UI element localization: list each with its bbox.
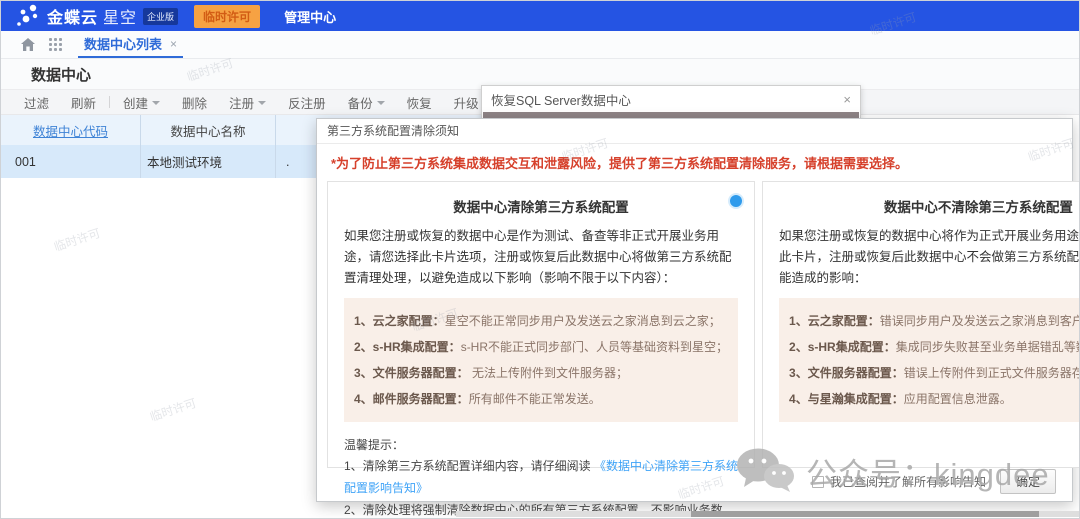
- brand-name: 金蝶云: [47, 4, 98, 28]
- dropdown-caret-icon: [152, 101, 160, 105]
- third-party-config-modal: 第三方系统配置清除须知 *为了防止第三方系统集成数据交互和泄露风险，提供了第三方…: [316, 118, 1073, 502]
- modal-warning-text: *为了防止第三方系统集成数据交互和泄露风险，提供了第三方系统配置清除服务，请根据…: [331, 153, 1058, 172]
- horizontal-scrollbar-track[interactable]: [456, 511, 1080, 517]
- tips-section: 温馨提示： 1、清除第三方系统配置详细内容，请仔细阅读 《数据中心清除第三方系统…: [344, 435, 738, 519]
- option-cards: 数据中心清除第三方系统配置 如果您注册或恢复的数据中心是作为测试、备查等非正式开…: [317, 181, 1072, 468]
- home-icon[interactable]: [21, 38, 35, 51]
- modal-title: 第三方系统配置清除须知: [317, 119, 1072, 144]
- tip-item: 1、清除第三方系统配置详细内容，请仔细阅读 《数据中心清除第三方系统配置影响告知…: [344, 455, 738, 499]
- restore-dialog-titlebar: 恢复SQL Server数据中心 ×: [482, 86, 860, 112]
- card-description: 如果您注册或恢复的数据中心将作为正式开展业务用途，请您点击选择此卡片，注册或恢复…: [779, 226, 1080, 289]
- column-header-code[interactable]: 数据中心代码: [1, 115, 141, 145]
- card-clear-config[interactable]: 数据中心清除第三方系统配置 如果您注册或恢复的数据中心是作为测试、备查等非正式开…: [327, 181, 755, 468]
- toolbar-create[interactable]: 创建: [112, 93, 171, 112]
- impact-item: 4、邮件服务器配置：所有邮件不能正常发送。: [354, 386, 728, 412]
- tab-data-center-list[interactable]: 数据中心列表 ×: [78, 31, 183, 58]
- card-title: 数据中心不清除第三方系统配置: [779, 196, 1080, 216]
- impact-item: 3、文件服务器配置： 无法上传附件到文件服务器；: [354, 360, 728, 386]
- brand-product: 星空: [103, 4, 137, 28]
- impact-item: 3、文件服务器配置：错误上传附件到正式文件服务器存储；: [789, 360, 1080, 386]
- card-description: 如果您注册或恢复的数据中心是作为测试、备查等非正式开展业务用途，请您选择此卡片选…: [344, 226, 738, 289]
- card-keep-config[interactable]: 数据中心不清除第三方系统配置 如果您注册或恢复的数据中心将作为正式开展业务用途，…: [762, 181, 1080, 468]
- license-badge[interactable]: 临时许可: [194, 5, 260, 28]
- impact-item: 2、s-HR集成配置：集成同步失败甚至业务单据错乱等数据问题；: [789, 334, 1080, 360]
- close-icon[interactable]: ×: [843, 92, 851, 107]
- toolbar-restore[interactable]: 恢复: [396, 93, 443, 112]
- impact-list: 1、云之家配置：星空不能正常同步用户及发送云之家消息到云之家； 2、s-HR集成…: [344, 298, 738, 422]
- confirm-button[interactable]: 确定: [1000, 469, 1056, 494]
- license-watermark: 临时许可: [52, 224, 103, 255]
- modal-footer: 我已查阅并了解所有影响告知 确定: [812, 469, 1056, 494]
- impact-item: 4、与星瀚集成配置：应用配置信息泄露。: [789, 386, 1080, 412]
- impact-item: 1、云之家配置：错误同步用户及发送云之家消息到客户的正式云之家；: [789, 308, 1080, 334]
- cell-name: 本地测试环境: [141, 145, 276, 178]
- restore-dialog-title: 恢复SQL Server数据中心: [491, 90, 631, 109]
- edition-badge: 企业版: [143, 8, 178, 25]
- toolbar-register[interactable]: 注册: [218, 93, 277, 112]
- tab-close-icon[interactable]: ×: [170, 37, 177, 51]
- toolbar-divider: [109, 96, 110, 108]
- impact-item: 2、s-HR集成配置：s-HR不能正式同步部门、人员等基础资料到星空；: [354, 334, 728, 360]
- tabbar: 数据中心列表 ×: [1, 31, 1079, 59]
- dropdown-caret-icon: [377, 101, 385, 105]
- horizontal-scrollbar-thumb[interactable]: [691, 511, 1039, 517]
- toolbar-unregister[interactable]: 反注册: [277, 93, 337, 112]
- impact-list: 1、云之家配置：错误同步用户及发送云之家消息到客户的正式云之家； 2、s-HR集…: [779, 298, 1080, 422]
- radio-selected-icon[interactable]: [730, 195, 742, 207]
- toolbar-filter[interactable]: 过滤: [13, 93, 60, 112]
- acknowledge-checkbox[interactable]: [812, 476, 824, 488]
- tab-label: 数据中心列表: [84, 34, 162, 53]
- apps-grid-icon[interactable]: [49, 38, 62, 51]
- admin-center-menu[interactable]: 管理中心: [284, 7, 336, 26]
- cell-code: 001: [1, 145, 141, 178]
- acknowledge-label: 我已查阅并了解所有影响告知: [830, 473, 986, 490]
- dropdown-caret-icon: [258, 101, 266, 105]
- license-watermark: 临时许可: [148, 394, 199, 425]
- toolbar-delete[interactable]: 删除: [171, 93, 218, 112]
- topbar: 金蝶云 星空 企业版 临时许可 管理中心: [1, 1, 1079, 31]
- toolbar-refresh[interactable]: 刷新: [60, 93, 107, 112]
- kingdee-logo-icon: [13, 3, 43, 29]
- impact-item: 1、云之家配置：星空不能正常同步用户及发送云之家消息到云之家；: [354, 308, 728, 334]
- card-title: 数据中心清除第三方系统配置: [344, 196, 738, 216]
- toolbar-backup[interactable]: 备份: [337, 93, 396, 112]
- column-header-name[interactable]: 数据中心名称: [141, 115, 276, 145]
- app-window: 金蝶云 星空 企业版 临时许可 管理中心 数据中心列表 × 数据中心 过滤 刷新…: [0, 0, 1080, 519]
- tips-title: 温馨提示：: [344, 435, 738, 455]
